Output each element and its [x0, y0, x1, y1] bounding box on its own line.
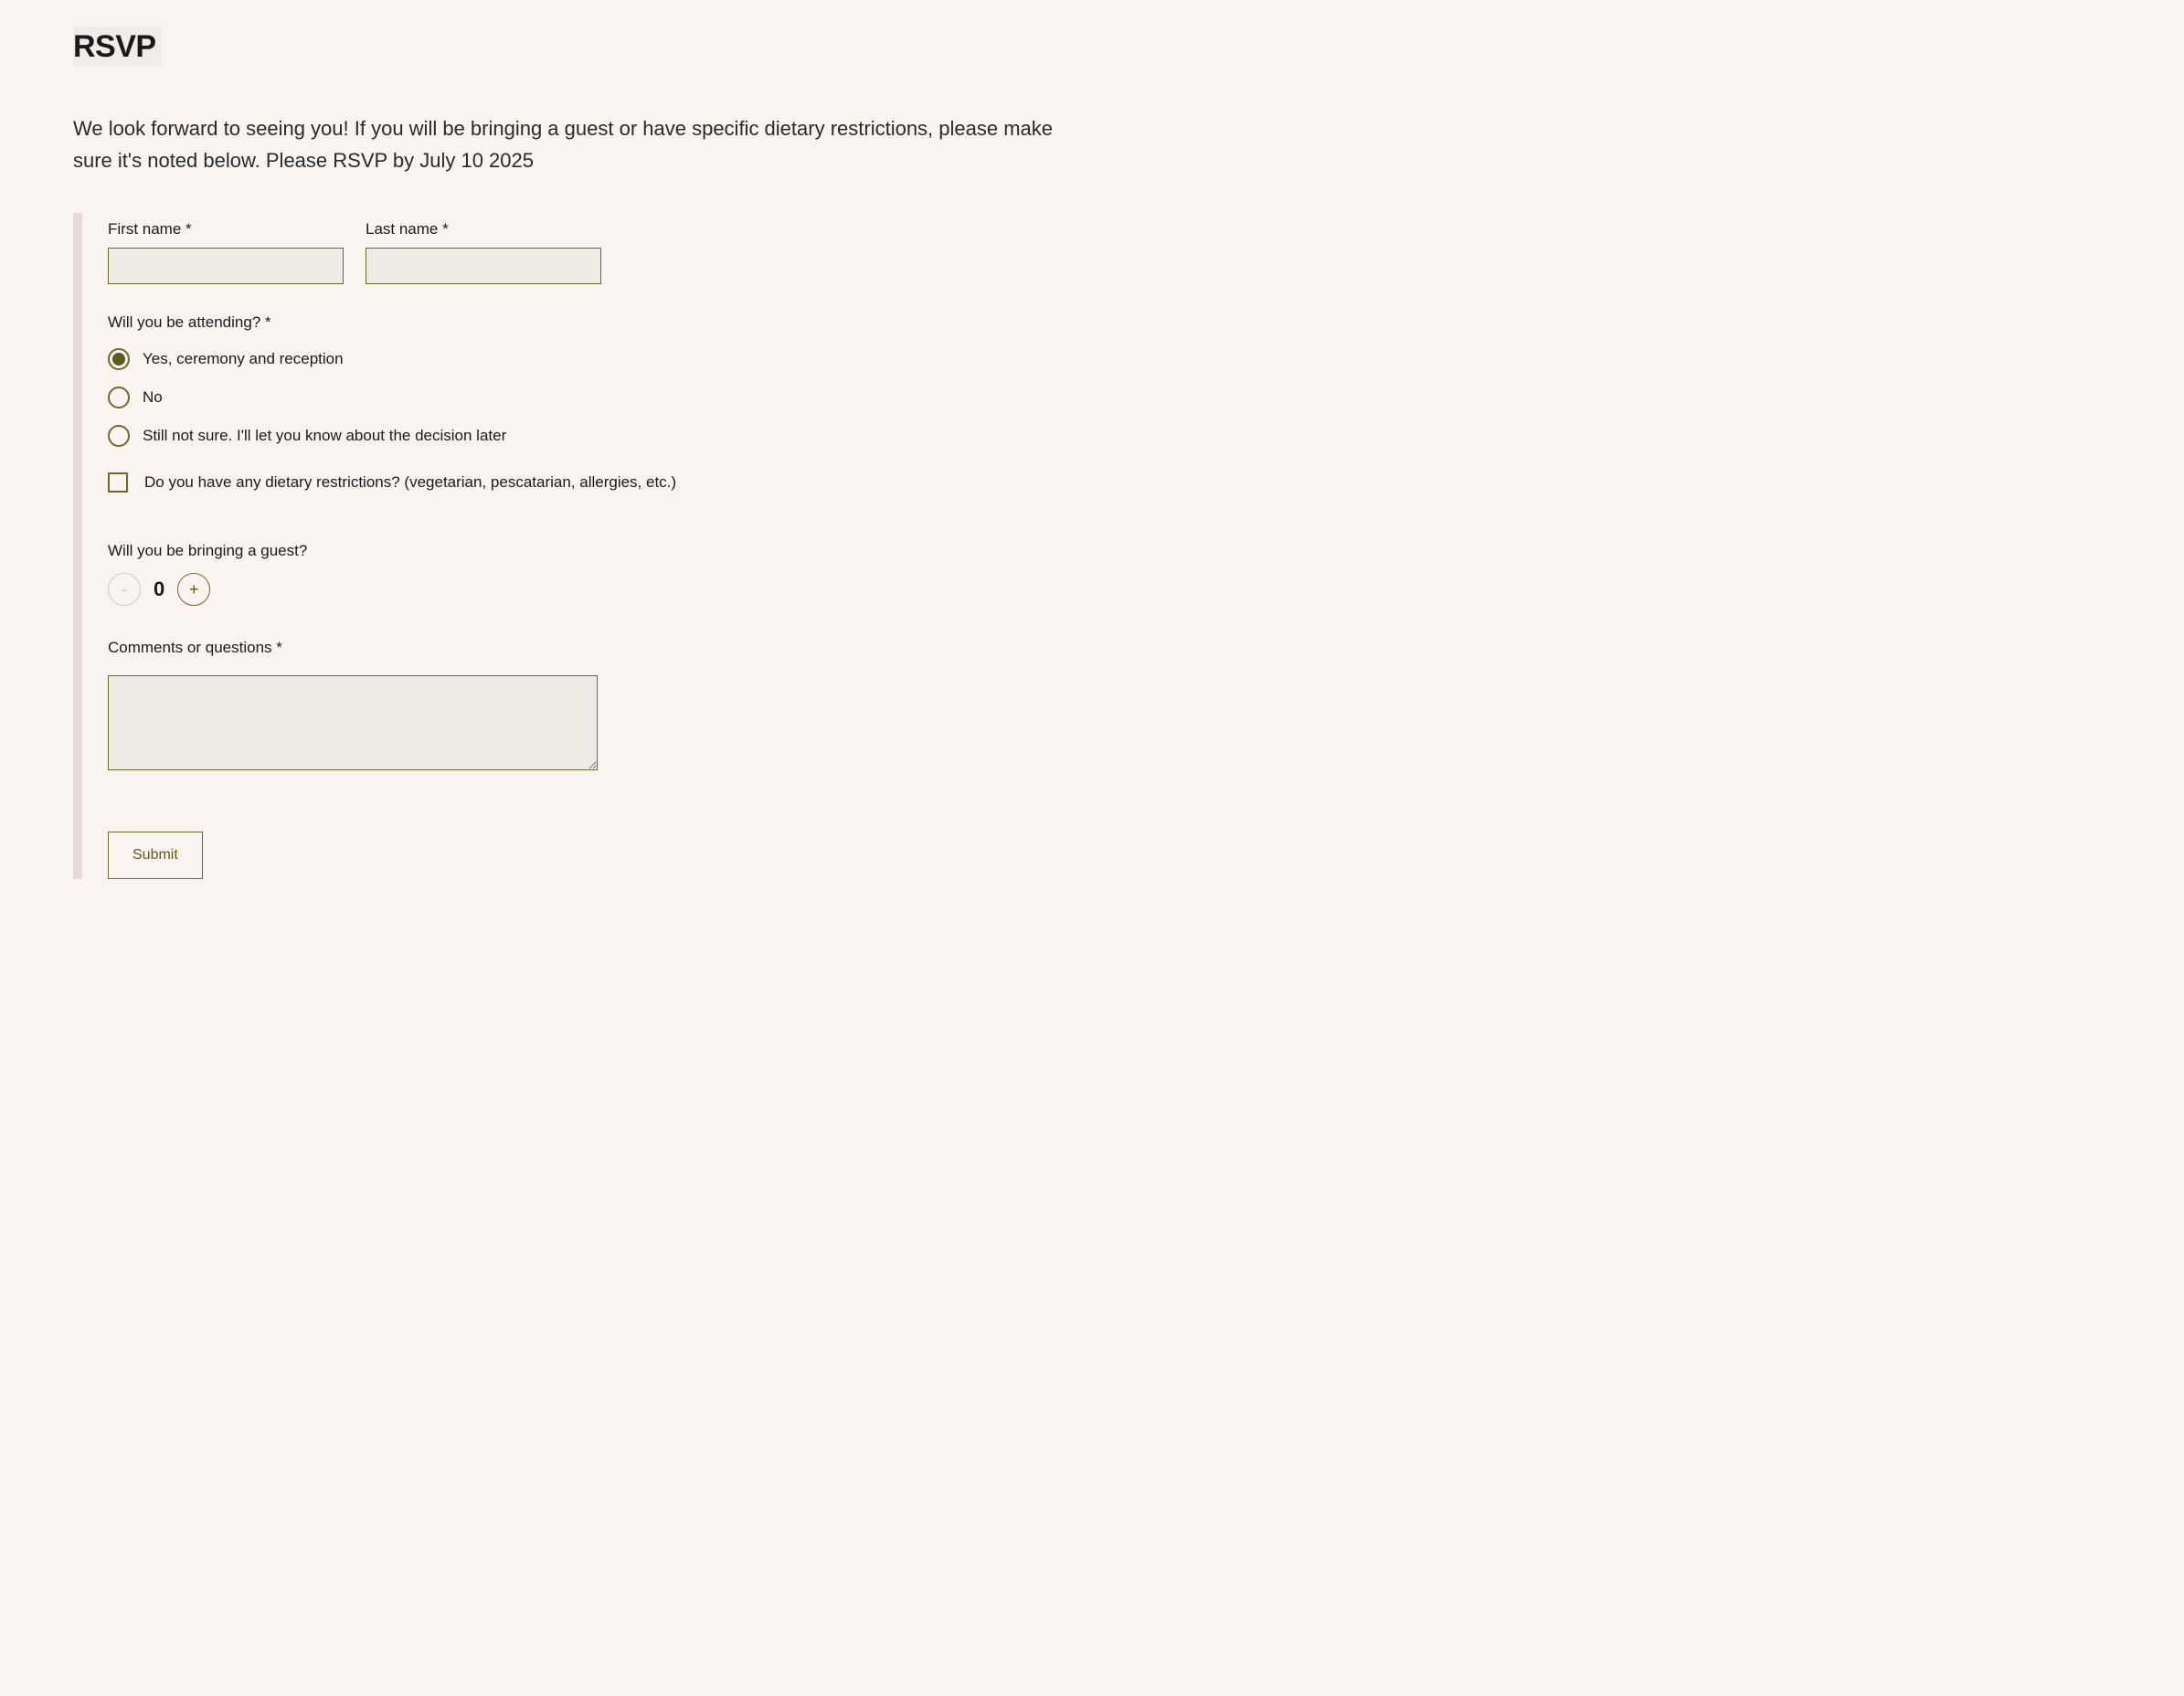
- guest-increase-button[interactable]: +: [177, 573, 210, 606]
- checkbox-icon: [108, 472, 128, 493]
- dietary-label: Do you have any dietary restrictions? (v…: [144, 473, 676, 492]
- guest-stepper: - 0 +: [108, 573, 676, 606]
- attending-option-no[interactable]: No: [108, 387, 676, 408]
- comments-label: Comments or questions *: [108, 639, 676, 657]
- attending-option-label: Still not sure. I'll let you know about …: [143, 427, 506, 445]
- form-accent-bar: [73, 213, 82, 879]
- guest-count-value: 0: [154, 578, 164, 601]
- guest-decrease-button[interactable]: -: [108, 573, 141, 606]
- dietary-checkbox-row[interactable]: Do you have any dietary restrictions? (v…: [108, 472, 676, 493]
- last-name-input[interactable]: [366, 248, 601, 284]
- last-name-label: Last name *: [366, 220, 601, 238]
- intro-text: We look forward to seeing you! If you wi…: [73, 112, 1060, 176]
- attending-option-label: No: [143, 388, 163, 407]
- attending-option-label: Yes, ceremony and reception: [143, 350, 344, 368]
- rsvp-form: First name * Last name * Will you be att…: [73, 213, 2111, 879]
- radio-icon: [108, 348, 130, 370]
- attending-option-yes[interactable]: Yes, ceremony and reception: [108, 348, 676, 370]
- submit-button[interactable]: Submit: [108, 832, 203, 879]
- radio-icon: [108, 425, 130, 447]
- attending-label: Will you be attending? *: [108, 313, 676, 332]
- attending-option-unsure[interactable]: Still not sure. I'll let you know about …: [108, 425, 676, 447]
- comments-textarea[interactable]: [108, 675, 598, 770]
- radio-icon: [108, 387, 130, 408]
- first-name-label: First name *: [108, 220, 344, 238]
- page-title: RSVP: [73, 27, 162, 67]
- first-name-input[interactable]: [108, 248, 344, 284]
- guest-label: Will you be bringing a guest?: [108, 542, 676, 560]
